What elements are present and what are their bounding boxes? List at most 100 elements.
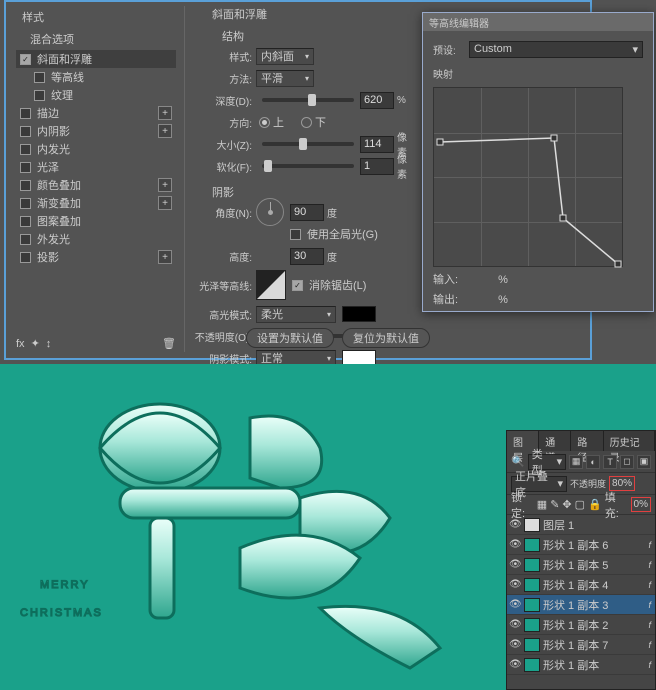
- direction-down-radio[interactable]: [301, 117, 312, 128]
- style-item-11[interactable]: 投影+: [16, 248, 176, 266]
- visibility-icon[interactable]: 👁: [509, 559, 521, 570]
- visibility-icon[interactable]: 👁: [509, 639, 521, 650]
- size-label: 大小(Z):: [192, 137, 256, 152]
- filter-smart-icon[interactable]: ▣: [637, 455, 651, 469]
- contour-curve-editor[interactable]: [433, 87, 623, 267]
- style-checkbox[interactable]: [20, 108, 31, 119]
- layer-name: 图层 1: [543, 517, 574, 533]
- layer-row[interactable]: 👁 形状 1 副本 7 f: [507, 635, 655, 655]
- style-checkbox[interactable]: [20, 180, 31, 191]
- layer-row[interactable]: 👁形状 1 副本 5f: [507, 555, 655, 575]
- style-checkbox[interactable]: [20, 252, 31, 263]
- styles-header: 样式: [16, 6, 176, 28]
- lock-all-icon[interactable]: 🔒: [588, 498, 602, 511]
- visibility-icon[interactable]: 👁: [509, 579, 521, 590]
- style-item-3[interactable]: 描边+: [16, 104, 176, 122]
- fx-indicator[interactable]: f: [648, 620, 653, 630]
- style-label: 内阴影: [37, 123, 70, 139]
- visibility-icon[interactable]: 👁: [509, 619, 521, 630]
- style-checkbox[interactable]: [20, 234, 31, 245]
- style-item-7[interactable]: 颜色叠加+: [16, 176, 176, 194]
- filter-pixel-icon[interactable]: ▦: [569, 455, 583, 469]
- layer-row[interactable]: 👁形状 1 副本 6f: [507, 535, 655, 555]
- visibility-icon[interactable]: 👁: [509, 519, 521, 530]
- add-effect-icon[interactable]: +: [158, 178, 172, 192]
- style-checkbox[interactable]: ✓: [20, 54, 31, 65]
- layer-row[interactable]: 👁形状 1 副本f: [507, 655, 655, 675]
- altitude-input[interactable]: 30: [290, 248, 324, 265]
- method-select[interactable]: 平滑▾: [256, 70, 314, 87]
- lock-pixels-icon[interactable]: ▦: [537, 498, 547, 511]
- fx-icon[interactable]: ✦: [31, 337, 40, 350]
- reset-default-button[interactable]: 复位为默认值: [342, 328, 430, 348]
- layer-row[interactable]: 👁 图层 1: [507, 515, 655, 535]
- style-select[interactable]: 内斜面▾: [256, 48, 314, 65]
- make-default-button[interactable]: 设置为默认值: [246, 328, 334, 348]
- size-slider[interactable]: [262, 142, 354, 146]
- style-checkbox[interactable]: [20, 126, 31, 137]
- lock-artboard-icon[interactable]: ▢: [575, 498, 585, 511]
- style-checkbox[interactable]: [34, 72, 45, 83]
- global-light-checkbox[interactable]: [290, 229, 301, 240]
- soften-input[interactable]: 1: [360, 158, 394, 175]
- soften-slider[interactable]: [262, 164, 354, 168]
- layer-name: 形状 1 副本 7: [543, 637, 608, 653]
- style-item-10[interactable]: 外发光: [16, 230, 176, 248]
- style-checkbox[interactable]: [20, 216, 31, 227]
- search-icon[interactable]: 🔍: [511, 455, 525, 468]
- style-label: 图案叠加: [37, 213, 81, 229]
- trash-icon[interactable]: 🗑: [162, 337, 176, 350]
- layer-row[interactable]: 👁形状 1 副本 3f: [507, 595, 655, 615]
- visibility-icon[interactable]: 👁: [509, 539, 521, 550]
- fill-value[interactable]: 0%: [631, 497, 651, 512]
- style-item-4[interactable]: 内阴影 +: [16, 122, 176, 140]
- antialias-checkbox[interactable]: ✓: [292, 280, 303, 291]
- style-item-6[interactable]: 光泽: [16, 158, 176, 176]
- tab-history[interactable]: 历史记录: [604, 431, 655, 451]
- filter-adjust-icon[interactable]: ◐: [586, 455, 600, 469]
- style-item-5[interactable]: 内发光: [16, 140, 176, 158]
- fx-icon2[interactable]: ↕: [46, 338, 52, 350]
- lock-position-icon[interactable]: ✥: [562, 498, 571, 511]
- depth-input[interactable]: 620: [360, 92, 394, 109]
- fx-indicator[interactable]: f: [648, 580, 653, 590]
- lock-brush-icon[interactable]: ✎: [550, 498, 559, 511]
- style-item-2[interactable]: 纹理: [16, 86, 176, 104]
- add-effect-icon[interactable]: +: [158, 124, 172, 138]
- highlight-color-swatch[interactable]: [342, 306, 376, 322]
- fx-indicator[interactable]: f: [648, 660, 653, 670]
- fx-indicator[interactable]: f: [648, 640, 653, 650]
- gloss-contour-label: 光泽等高线:: [192, 278, 256, 293]
- size-input[interactable]: 114: [360, 136, 394, 153]
- fx-indicator[interactable]: f: [648, 560, 653, 570]
- style-checkbox[interactable]: [34, 90, 45, 101]
- blend-options[interactable]: 混合选项: [16, 28, 176, 50]
- add-effect-icon[interactable]: +: [158, 196, 172, 210]
- layer-row[interactable]: 👁形状 1 副本 4f: [507, 575, 655, 595]
- layer-row[interactable]: 👁形状 1 副本 2f: [507, 615, 655, 635]
- gloss-contour-picker[interactable]: [256, 270, 286, 300]
- tab-paths[interactable]: 路径: [571, 431, 603, 451]
- style-item-9[interactable]: 图案叠加: [16, 212, 176, 230]
- direction-up-radio[interactable]: [259, 117, 270, 128]
- fx-indicator[interactable]: f: [648, 540, 653, 550]
- visibility-icon[interactable]: 👁: [509, 659, 521, 670]
- angle-input[interactable]: 90: [290, 204, 324, 221]
- filter-type-icon[interactable]: T: [603, 455, 617, 469]
- add-effect-icon[interactable]: +: [158, 106, 172, 120]
- angle-wheel[interactable]: [256, 198, 284, 226]
- style-item-0[interactable]: ✓斜面和浮雕: [16, 50, 176, 68]
- style-checkbox[interactable]: [20, 162, 31, 173]
- angle-label: 角度(N):: [192, 205, 256, 220]
- filter-shape-icon[interactable]: ◻: [620, 455, 634, 469]
- visibility-icon[interactable]: 👁: [509, 599, 521, 610]
- depth-slider[interactable]: [262, 98, 354, 102]
- style-checkbox[interactable]: [20, 144, 31, 155]
- style-item-8[interactable]: 渐变叠加+: [16, 194, 176, 212]
- style-checkbox[interactable]: [20, 198, 31, 209]
- preset-select[interactable]: Custom▾: [469, 41, 643, 58]
- highlight-mode-select[interactable]: 柔光▾: [256, 306, 336, 323]
- fx-indicator[interactable]: f: [648, 600, 653, 610]
- add-effect-icon[interactable]: +: [158, 250, 172, 264]
- style-item-1[interactable]: 等高线: [16, 68, 176, 86]
